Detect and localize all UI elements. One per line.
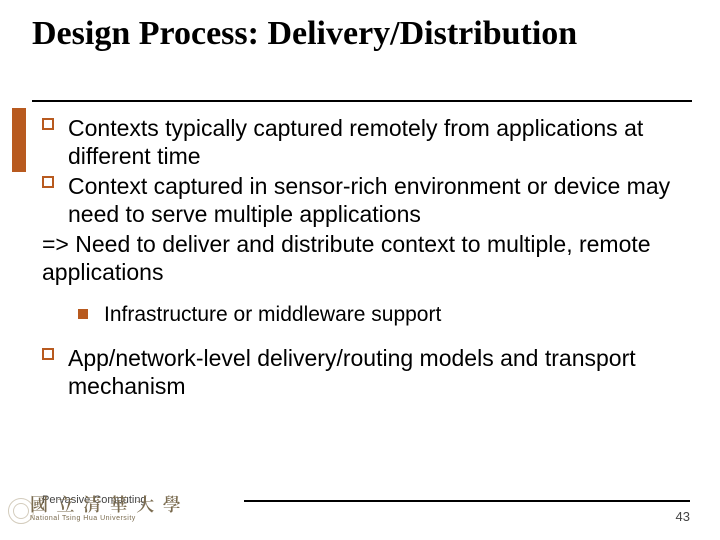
footer-rule (244, 500, 690, 502)
bullet-text: Context captured in sensor-rich environm… (68, 173, 670, 227)
bullet-item: Context captured in sensor-rich environm… (42, 172, 686, 228)
slide-footer: Pervasive Computing 國 立 清 華 大 學 National… (0, 486, 720, 528)
square-bullet-icon (42, 176, 54, 188)
bullet-text: App/network-level delivery/routing model… (68, 345, 636, 399)
square-bullet-icon (42, 348, 54, 360)
sub-bullet-item: Infrastructure or middleware support (42, 302, 686, 328)
square-bullet-icon (42, 118, 54, 130)
page-number: 43 (676, 509, 690, 524)
slide: Design Process: Delivery/Distribution Co… (0, 0, 720, 540)
bullet-text: Contexts typically captured remotely fro… (68, 115, 643, 169)
university-logo: 國 立 清 華 大 學 National Tsing Hua Universit… (30, 491, 183, 522)
filled-square-bullet-icon (78, 309, 88, 319)
accent-box (12, 108, 26, 172)
arrow-line: => Need to deliver and distribute contex… (42, 230, 686, 286)
bullet-item: App/network-level delivery/routing model… (42, 344, 686, 400)
sub-bullet-text: Infrastructure or middleware support (104, 303, 441, 326)
university-name-cn: 國 立 清 華 大 學 (30, 491, 183, 517)
bullet-item: Contexts typically captured remotely fro… (42, 114, 686, 170)
slide-body: Contexts typically captured remotely fro… (42, 114, 686, 402)
title-underline (32, 100, 692, 102)
slide-title: Design Process: Delivery/Distribution (32, 14, 680, 53)
